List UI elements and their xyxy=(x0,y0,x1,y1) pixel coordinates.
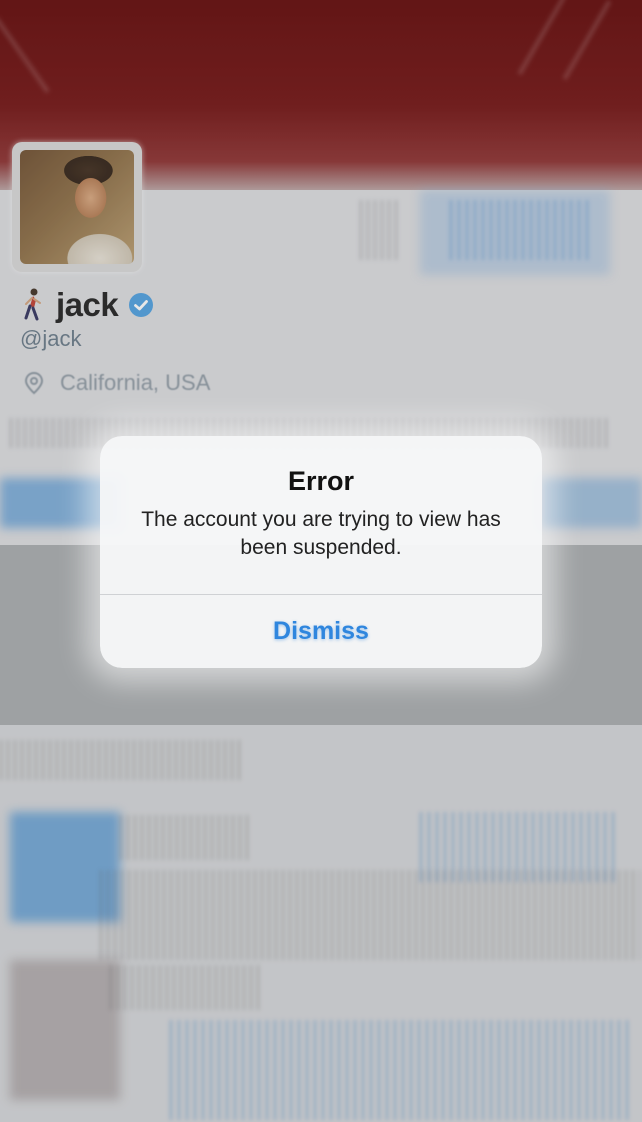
dismiss-button[interactable]: Dismiss xyxy=(100,595,542,668)
error-alert: Error The account you are trying to view… xyxy=(100,436,542,668)
alert-message: The account you are trying to view has b… xyxy=(141,508,501,559)
alert-title: Error xyxy=(287,466,355,496)
